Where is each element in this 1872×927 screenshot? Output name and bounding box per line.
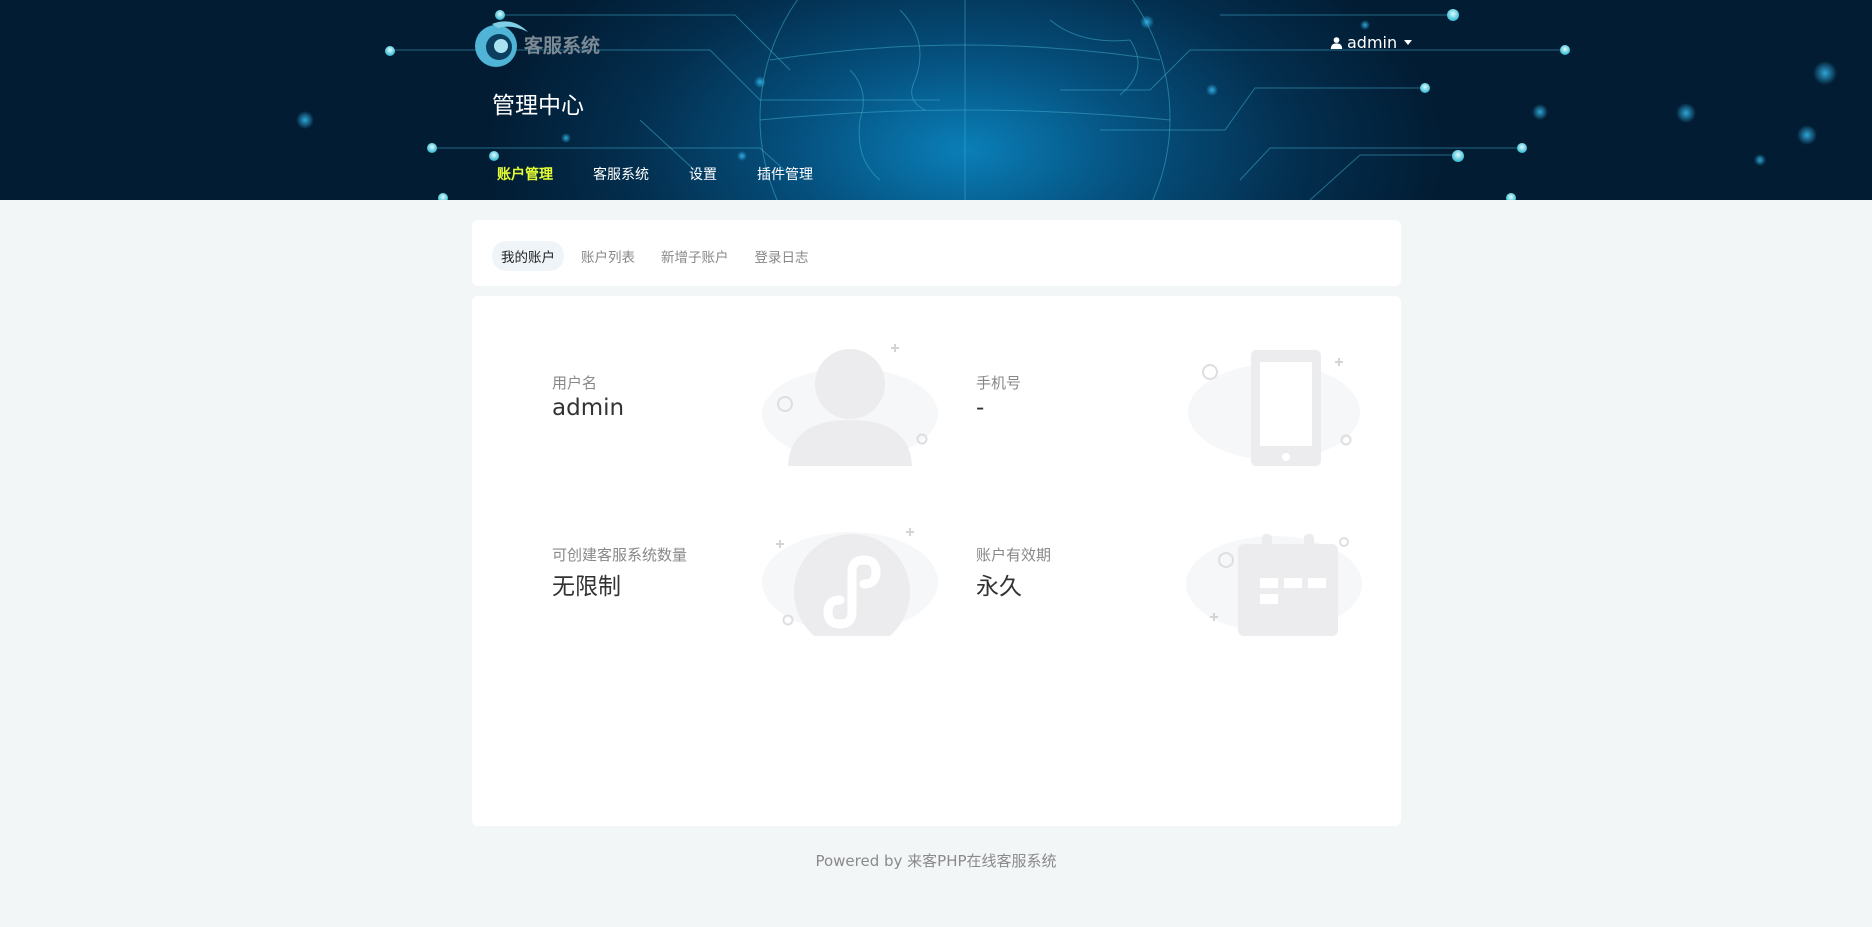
page-title: 管理中心 — [492, 93, 584, 119]
user-icon — [762, 344, 938, 466]
tabs-card: 我的账户 账户列表 新增子账户 登录日志 — [472, 220, 1401, 286]
tab-my-account[interactable]: 我的账户 — [492, 241, 564, 271]
quota-value: 无限制 — [552, 574, 621, 600]
tab-add-sub-account[interactable]: 新增子账户 — [652, 241, 738, 271]
brand-logo[interactable]: 客服系统 — [472, 14, 600, 70]
nav-plugin-management[interactable]: 插件管理 — [757, 164, 813, 184]
quota-label: 可创建客服系统数量 — [552, 546, 688, 564]
footer-credit: Powered by 来客PHP在线客服系统 — [815, 852, 1057, 870]
account-tabs: 我的账户 账户列表 新增子账户 登录日志 — [492, 241, 818, 271]
calendar-icon — [1186, 534, 1362, 636]
nav-customer-service[interactable]: 客服系统 — [593, 164, 649, 184]
username-value: admin — [552, 395, 625, 421]
header-banner — [0, 0, 1872, 200]
expiry-value: 永久 — [976, 574, 1022, 600]
logo-text: 客服系统 — [524, 34, 601, 57]
tab-account-list[interactable]: 账户列表 — [572, 241, 644, 271]
account-info-card: 用户名 admin 手机号 - 可创建客服系统数量 无限制 账户有效期 永久 — [472, 296, 1401, 826]
user-icon — [1330, 37, 1343, 49]
expiry-label: 账户有效期 — [976, 546, 1052, 564]
nav-settings[interactable]: 设置 — [689, 164, 717, 184]
user-menu-button[interactable]: admin — [1330, 33, 1413, 52]
quota-field: 可创建客服系统数量 无限制 — [552, 544, 687, 601]
username-label: 用户名 — [552, 374, 598, 392]
phone-label: 手机号 — [976, 374, 1022, 392]
nav-account-management[interactable]: 账户管理 — [497, 164, 553, 184]
top-navigation: 账户管理 客服系统 设置 插件管理 — [497, 164, 853, 184]
chevron-down-icon — [1404, 40, 1413, 45]
expiry-field: 账户有效期 永久 — [976, 544, 1051, 601]
mini-program-icon — [762, 528, 938, 636]
phone-field: 手机号 - — [976, 372, 1021, 421]
tab-login-log[interactable]: 登录日志 — [746, 241, 818, 271]
user-name: admin — [1347, 33, 1398, 52]
phone-icon — [1188, 350, 1360, 466]
logo-icon — [475, 21, 528, 67]
circuit-background — [296, 0, 1837, 200]
phone-value: - — [976, 395, 985, 421]
username-field: 用户名 admin — [552, 372, 624, 421]
